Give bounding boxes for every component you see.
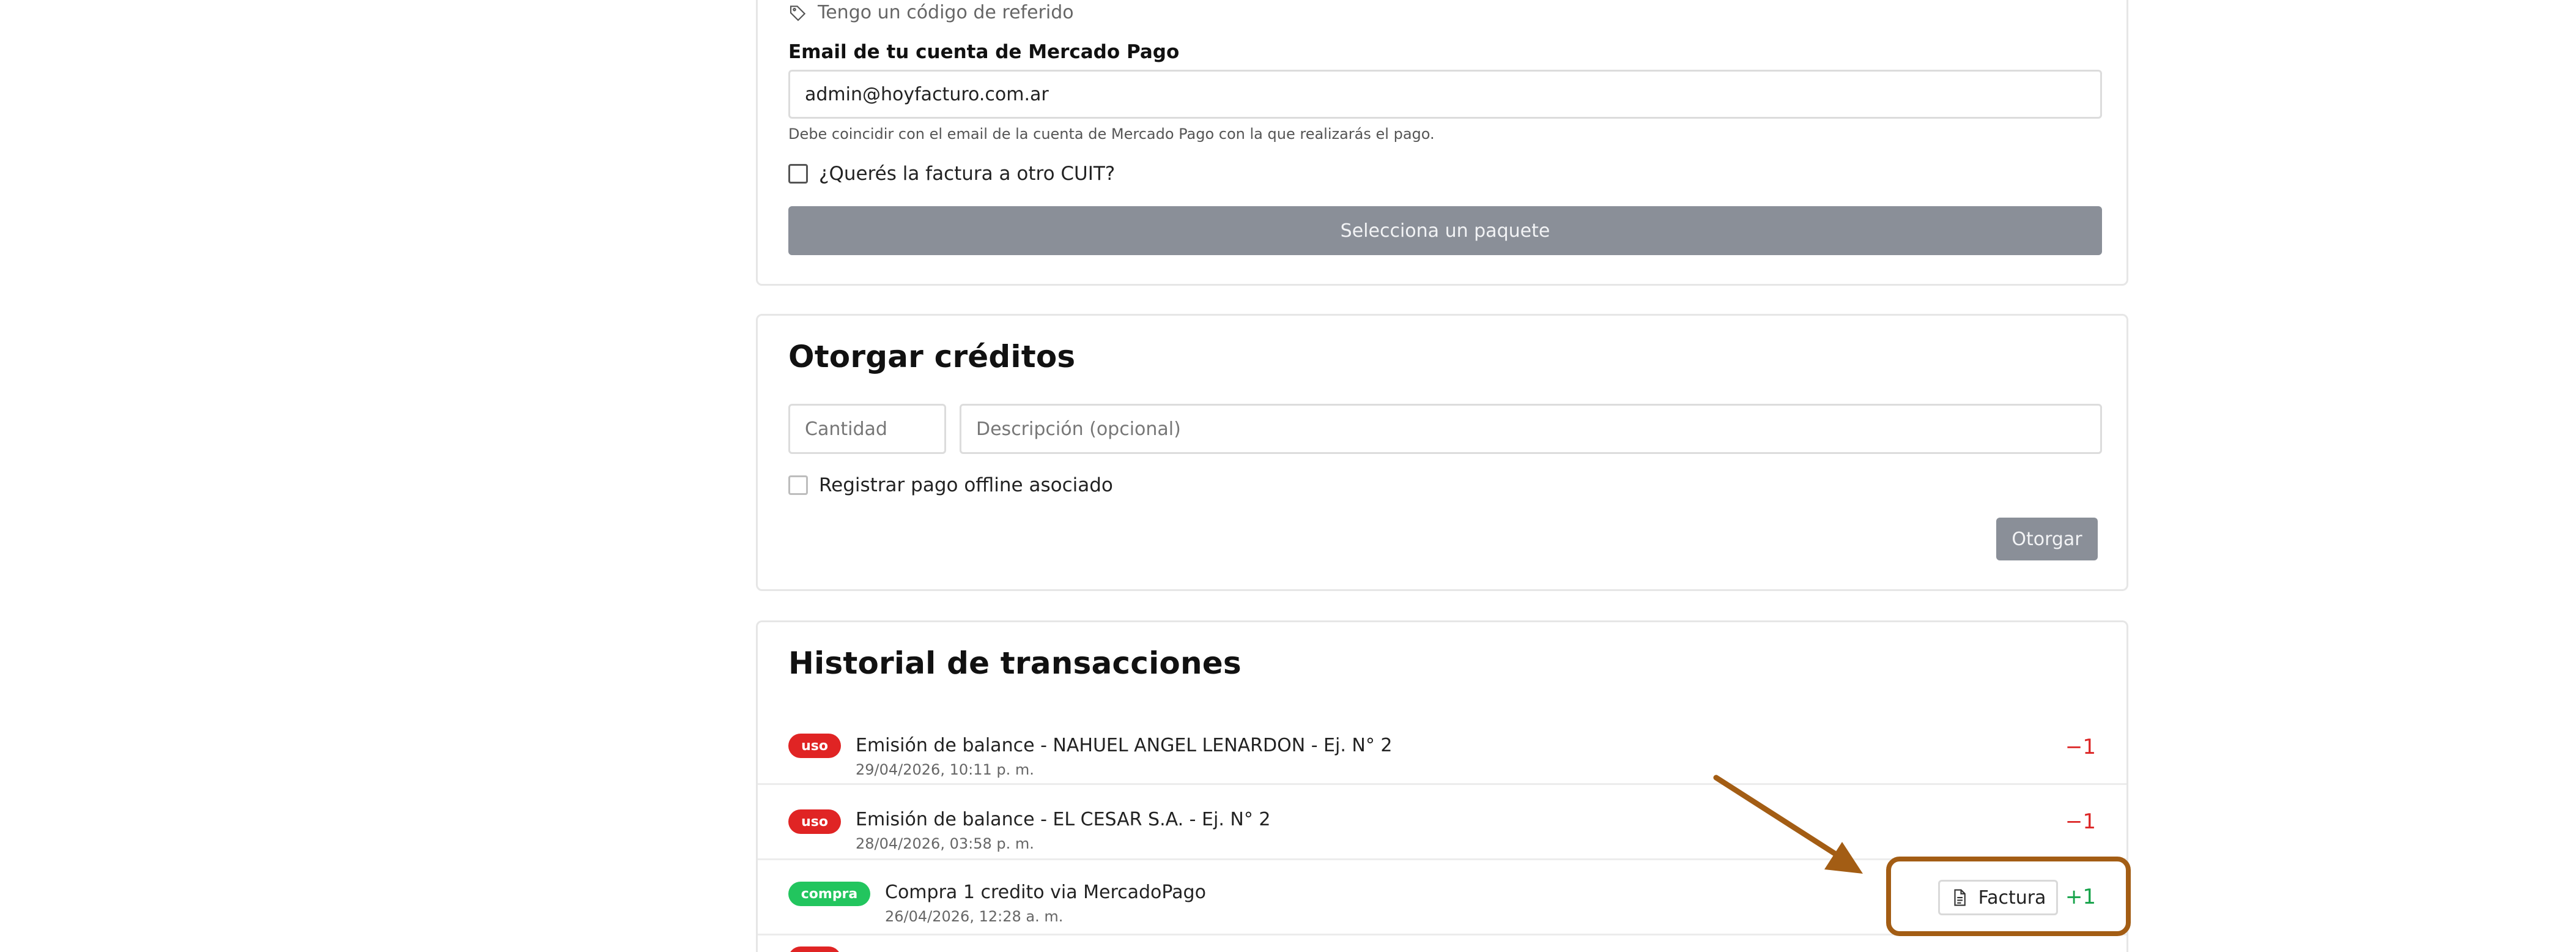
transaction-date: 29/04/2026, 10:11 p. m. (856, 761, 1034, 778)
select-package-button[interactable]: Selecciona un paquete (788, 206, 2102, 255)
usage-badge (788, 946, 841, 952)
transaction-amount: −1 (2065, 735, 2096, 759)
email-help-text: Debe coincidir con el email de la cuenta… (788, 125, 1435, 143)
grant-button-label: Otorgar (2012, 528, 2082, 550)
referral-link-label: Tengo un código de referido (818, 2, 1074, 23)
transaction-description: Compra 1 credito via MercadoPago (885, 882, 1206, 903)
other-cuit-option[interactable]: ¿Querés la factura a otro CUIT? (788, 163, 1115, 185)
select-package-label: Selecciona un paquete (1340, 220, 1550, 242)
quantity-input[interactable]: Cantidad (788, 404, 946, 454)
other-cuit-checkbox[interactable] (788, 164, 808, 184)
offline-payment-label: Registrar pago offline asociado (819, 474, 1113, 496)
transaction-description: Emisión de balance - NAHUEL ANGEL LENARD… (856, 735, 1393, 756)
payment-card: Tengo un código de referido Email de tu … (756, 0, 2128, 286)
transaction-amount: −1 (2065, 809, 2096, 834)
transaction-description: Emisión de balance - EL CESAR S.A. - Ej.… (856, 809, 1271, 830)
email-label: Email de tu cuenta de Mercado Pago (788, 41, 1180, 63)
description-input[interactable]: Descripción (opcional) (960, 404, 2102, 454)
offline-payment-checkbox[interactable] (788, 475, 808, 495)
quantity-placeholder: Cantidad (805, 418, 887, 440)
annotation-highlight-box (1886, 857, 2131, 936)
transaction-row: uso Emisión de balance - EL CESAR S.A. -… (758, 785, 2126, 860)
usage-badge: uso (788, 809, 841, 834)
grant-credits-card: Otorgar créditos Cantidad Descripción (o… (756, 314, 2128, 591)
email-field[interactable]: admin@hoyfacturo.com.ar (788, 70, 2102, 119)
usage-badge: uso (788, 734, 841, 758)
page: Tengo un código de referido Email de tu … (0, 0, 2576, 952)
referral-link[interactable]: Tengo un código de referido (788, 2, 1074, 23)
email-value: admin@hoyfacturo.com.ar (805, 83, 1049, 105)
grant-credits-title: Otorgar créditos (788, 339, 1076, 374)
transaction-date: 26/04/2026, 12:28 a. m. (885, 908, 1064, 925)
description-placeholder: Descripción (opcional) (976, 418, 1181, 440)
purchase-badge: compra (788, 882, 870, 906)
history-title: Historial de transacciones (788, 645, 1242, 681)
transaction-row: uso Emisión de balance - NAHUEL ANGEL LE… (758, 708, 2126, 785)
tag-icon (790, 5, 806, 21)
transaction-date: 28/04/2026, 03:58 p. m. (856, 835, 1034, 852)
offline-payment-option[interactable]: Registrar pago offline asociado (788, 474, 1113, 496)
other-cuit-label: ¿Querés la factura a otro CUIT? (819, 163, 1116, 185)
grant-button[interactable]: Otorgar (1996, 518, 2098, 560)
